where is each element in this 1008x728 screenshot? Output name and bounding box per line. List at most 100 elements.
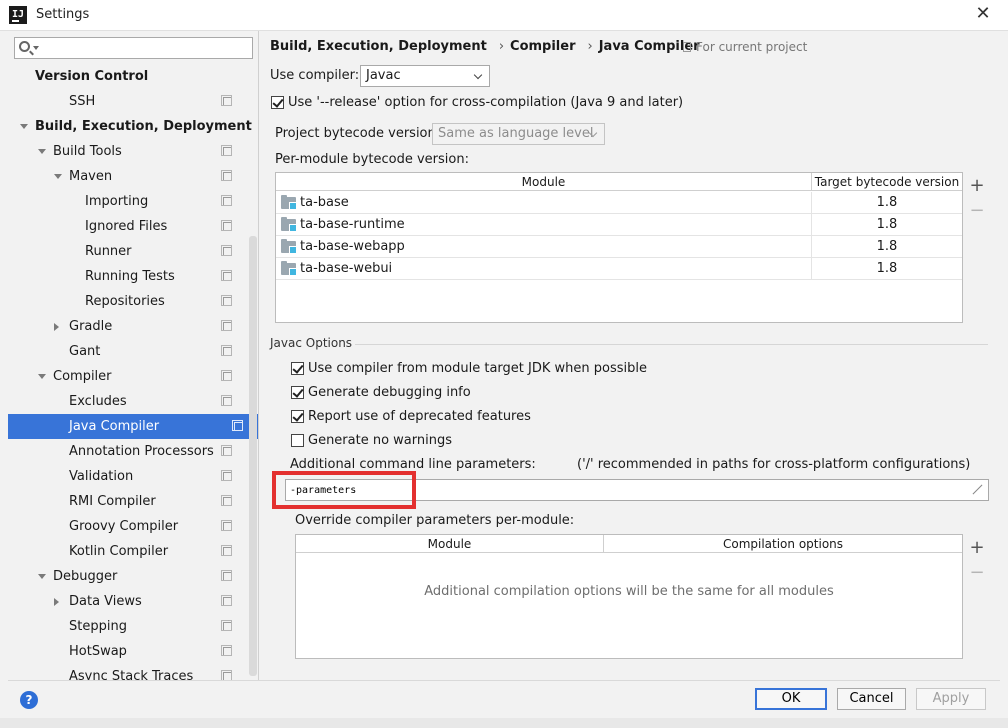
tree-item[interactable]: Gant <box>8 339 248 364</box>
additional-params-hint: ('/' recommended in paths for cross-plat… <box>577 457 971 472</box>
tree-item[interactable]: Annotation Processors <box>8 439 248 464</box>
javac-option-checkbox[interactable] <box>291 386 304 399</box>
use-compiler-label: Use compiler: <box>270 68 360 83</box>
javac-option-checkbox[interactable] <box>291 362 304 375</box>
chevron-down-icon <box>33 46 39 50</box>
use-compiler-select[interactable]: Javac <box>360 65 490 87</box>
tree-item[interactable]: Validation <box>8 464 248 489</box>
tree-item[interactable]: Debugger <box>8 564 248 589</box>
expanded-arrow-icon[interactable] <box>38 149 46 154</box>
tree-item[interactable]: Excludes <box>8 389 248 414</box>
tree-item-label: Gradle <box>69 319 113 334</box>
tree-item[interactable]: SSH <box>8 89 248 114</box>
tree-item[interactable]: Build, Execution, Deployment <box>8 114 252 139</box>
module-folder-icon <box>281 217 297 232</box>
project-scope-icon <box>221 395 232 406</box>
tree-item[interactable]: Repositories <box>8 289 248 314</box>
tree-item[interactable]: Java Compiler <box>8 414 258 439</box>
table-row[interactable]: ta-base 1.8 <box>276 192 962 214</box>
module-cell: ta-base-runtime <box>276 214 812 236</box>
tree-item[interactable]: Version Control <box>8 64 248 89</box>
cancel-button[interactable]: Cancel <box>837 688 906 710</box>
tree-item-label: Ignored Files <box>85 219 168 234</box>
tree-item[interactable]: Async Stack Traces <box>8 664 248 680</box>
tree-item[interactable]: Runner <box>8 239 248 264</box>
project-bytecode-select[interactable]: Same as language level <box>432 123 605 145</box>
tree-item-label: RMI Compiler <box>69 494 156 509</box>
project-scope-icon <box>221 245 232 256</box>
add-module-button[interactable]: + <box>969 177 985 195</box>
breadcrumb-separator: › <box>587 39 593 54</box>
expanded-arrow-icon[interactable] <box>38 574 46 579</box>
tree-item[interactable]: RMI Compiler <box>8 489 248 514</box>
expand-icon[interactable] <box>971 484 982 495</box>
expanded-arrow-icon[interactable] <box>54 174 62 179</box>
for-current-project-label: For current project <box>696 40 808 54</box>
column-header-module[interactable]: Module <box>296 535 604 553</box>
tree-item[interactable]: Kotlin Compiler <box>8 539 248 564</box>
target-version-cell[interactable]: 1.8 <box>812 192 962 214</box>
tree-item[interactable]: HotSwap <box>8 639 248 664</box>
override-params-label: Override compiler parameters per-module: <box>295 513 575 528</box>
expanded-arrow-icon[interactable] <box>20 124 28 129</box>
project-scope-icon <box>221 95 232 106</box>
table-header: Module Target bytecode version <box>276 173 962 191</box>
target-version-cell[interactable]: 1.8 <box>812 258 962 280</box>
tree-item[interactable]: Maven <box>8 164 248 189</box>
project-scope-icon <box>221 470 232 481</box>
javac-option-checkbox[interactable] <box>291 410 304 423</box>
tree-item-label: Data Views <box>69 594 142 609</box>
tree-item[interactable]: Groovy Compiler <box>8 514 248 539</box>
tree-item-label: Stepping <box>69 619 127 634</box>
tree-scrollbar[interactable] <box>249 236 257 676</box>
column-header-target[interactable]: Target bytecode version <box>812 173 962 191</box>
remove-override-button[interactable]: − <box>969 564 985 582</box>
remove-module-button[interactable]: − <box>969 202 985 220</box>
project-scope-icon <box>221 220 232 231</box>
javac-option-checkbox[interactable] <box>291 434 304 447</box>
project-scope-icon <box>221 545 232 556</box>
table-header: Module Compilation options <box>296 535 962 553</box>
module-cell: ta-base <box>276 192 812 214</box>
tree-item[interactable]: Running Tests <box>8 264 248 289</box>
tree-item[interactable]: Data Views <box>8 589 248 614</box>
table-row[interactable]: ta-base-webui 1.8 <box>276 258 962 280</box>
module-folder-icon <box>281 261 297 276</box>
project-scope-icon <box>221 145 232 156</box>
module-folder-icon <box>281 195 297 210</box>
close-icon[interactable]: ✕ <box>972 3 994 25</box>
project-scope-icon <box>221 645 232 656</box>
tree-item-label: Compiler <box>53 369 112 384</box>
release-option-label: Use '--release' option for cross-compila… <box>288 95 684 110</box>
tree-item[interactable]: Stepping <box>8 614 248 639</box>
search-input[interactable] <box>41 39 249 57</box>
table-row[interactable]: ta-base-webapp 1.8 <box>276 236 962 258</box>
table-row[interactable]: ta-base-runtime 1.8 <box>276 214 962 236</box>
tree-item[interactable]: Gradle <box>8 314 248 339</box>
help-button[interactable]: ? <box>20 691 38 709</box>
chevron-down-icon <box>473 70 483 80</box>
target-version-cell[interactable]: 1.8 <box>812 236 962 258</box>
settings-search[interactable] <box>14 37 253 59</box>
tree-item-label: Running Tests <box>85 269 175 284</box>
ok-button[interactable]: OK <box>755 688 827 710</box>
tree-item[interactable]: Ignored Files <box>8 214 248 239</box>
target-version-cell[interactable]: 1.8 <box>812 214 962 236</box>
collapsed-arrow-icon[interactable] <box>54 598 59 606</box>
tree-item[interactable]: Compiler <box>8 364 248 389</box>
collapsed-arrow-icon[interactable] <box>54 323 59 331</box>
document-icon <box>683 42 691 52</box>
project-scope-icon <box>221 670 232 680</box>
tree-item[interactable]: Importing <box>8 189 248 214</box>
release-option-checkbox[interactable] <box>271 96 284 109</box>
project-scope-icon <box>221 320 232 331</box>
expanded-arrow-icon[interactable] <box>38 374 46 379</box>
tree-item-label: HotSwap <box>69 644 127 659</box>
column-header-options[interactable]: Compilation options <box>604 535 962 553</box>
module-cell: ta-base-webapp <box>276 236 812 258</box>
apply-button[interactable]: Apply <box>916 688 986 710</box>
column-header-module[interactable]: Module <box>276 173 812 191</box>
search-icon <box>19 41 30 52</box>
tree-item[interactable]: Build Tools <box>8 139 248 164</box>
add-override-button[interactable]: + <box>969 539 985 557</box>
